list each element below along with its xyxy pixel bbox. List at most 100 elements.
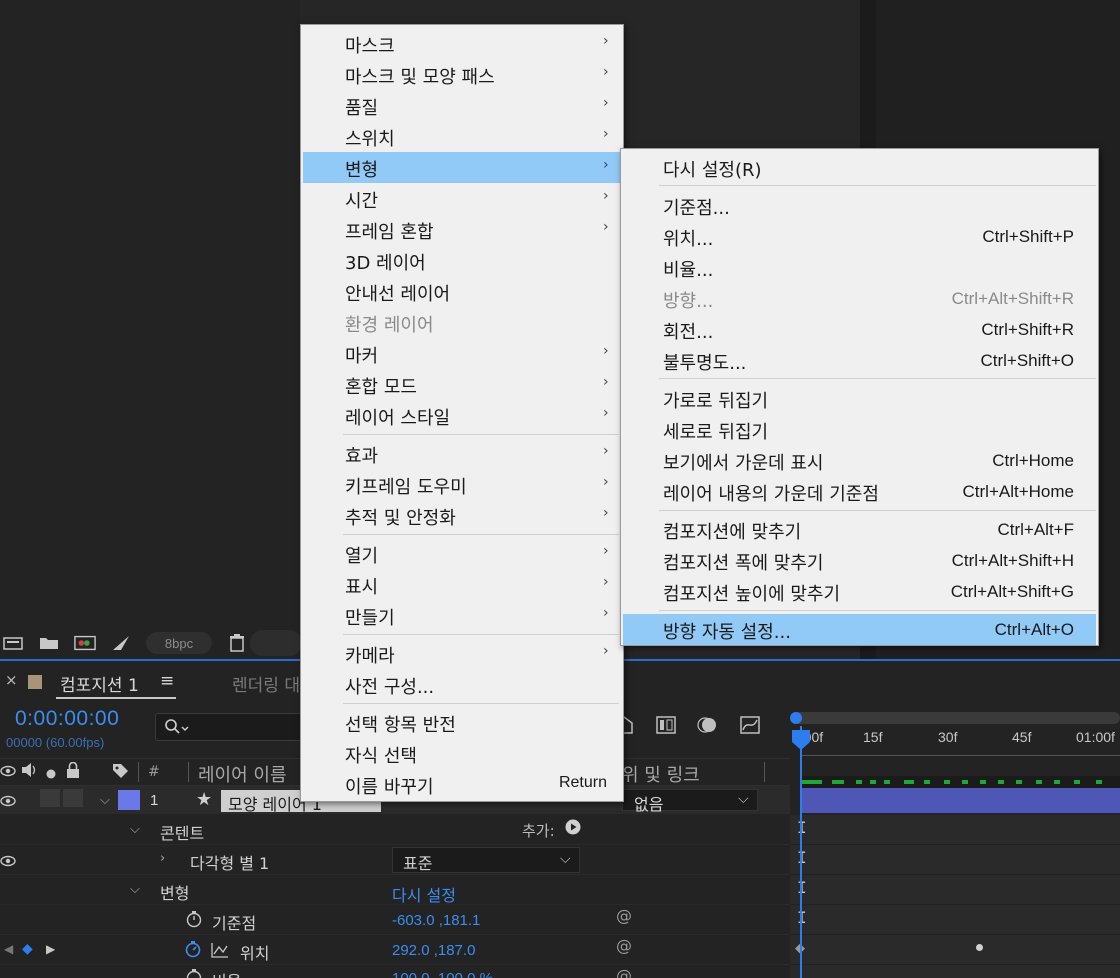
- cache-indicator: [904, 780, 914, 784]
- submenu-item-center-in-view[interactable]: 보기에서 가운데 표시 Ctrl+Home: [623, 445, 1096, 476]
- submenu-item-fit-comp-width[interactable]: 컴포지션 폭에 맞추기 Ctrl+Alt+Shift+H: [623, 545, 1096, 576]
- label-tag-icon[interactable]: [111, 762, 129, 784]
- submenu-arrow-icon: ›: [603, 543, 609, 559]
- video-eye-icon[interactable]: [0, 763, 16, 782]
- bit-depth-badge[interactable]: 8bpc: [146, 632, 212, 654]
- submenu-item-rotation[interactable]: 회전... Ctrl+Shift+R: [623, 314, 1096, 345]
- twirl-chevron-down-icon[interactable]: ⌵: [130, 822, 140, 837]
- cache-indicator: [924, 780, 930, 784]
- menu-item-quality[interactable]: 품질 ›: [303, 90, 621, 121]
- playhead-line[interactable]: [800, 726, 802, 978]
- menu-item-switches[interactable]: 스위치 ›: [303, 121, 621, 152]
- stopwatch-active-icon[interactable]: [184, 940, 202, 962]
- solo-dot-icon[interactable]: [45, 765, 57, 784]
- tab-render-queue[interactable]: 렌더링 대: [232, 671, 300, 696]
- menu-item-3d-layer[interactable]: 3D 레이어: [303, 245, 621, 276]
- work-area-bar[interactable]: [800, 776, 1120, 788]
- graph-icon[interactable]: [211, 942, 229, 962]
- fast-preview-icon[interactable]: [110, 634, 132, 652]
- menu-item-create[interactable]: 만들기 ›: [303, 600, 621, 631]
- audio-speaker-icon[interactable]: [20, 762, 38, 782]
- cache-indicator: [802, 780, 822, 784]
- layer-visibility-eye-icon[interactable]: [0, 793, 16, 812]
- tab-menu-icon[interactable]: ≡: [160, 671, 174, 691]
- submenu-item-auto-orient[interactable]: 방향 자동 설정... Ctrl+Alt+O: [623, 614, 1096, 645]
- menu-item-track-stabilize[interactable]: 추적 및 안정화 ›: [303, 500, 621, 531]
- expression-pickwhip-icon[interactable]: @: [616, 966, 632, 978]
- current-time-display[interactable]: 0:00:00:00: [15, 707, 119, 731]
- menu-item-effects[interactable]: 효과 ›: [303, 438, 621, 469]
- submenu-item-fit-comp-height[interactable]: 컴포지션 높이에 맞추기 Ctrl+Alt+Shift+G: [623, 576, 1096, 607]
- close-tab-icon[interactable]: ×: [5, 671, 18, 689]
- comp-flowchart-icon[interactable]: [2, 634, 24, 652]
- next-keyframe-icon[interactable]: ▶: [46, 942, 55, 956]
- add-keyframe-diamond-icon[interactable]: ◆: [22, 941, 33, 957]
- submenu-item-position[interactable]: 위치... Ctrl+Shift+P: [623, 221, 1096, 252]
- folder-icon[interactable]: [38, 634, 60, 652]
- transform-reset-link[interactable]: 다시 설정: [392, 882, 456, 906]
- tab-composition[interactable]: 컴포지션 1: [60, 671, 139, 696]
- menu-item-mask-shape-path[interactable]: 마스크 및 모양 패스 ›: [303, 59, 621, 90]
- viewer-zoom-control[interactable]: [250, 630, 302, 656]
- graph-editor-icon[interactable]: [738, 713, 762, 741]
- menu-item-label: 자식 선택: [345, 746, 417, 767]
- layer-twirl-chevron-down-icon[interactable]: ⌵: [100, 793, 110, 808]
- menu-item-label: 표시: [345, 577, 379, 598]
- layer-lock-switch[interactable]: [63, 789, 83, 807]
- menu-item-guide-layer[interactable]: 안내선 레이어: [303, 276, 621, 307]
- submenu-item-anchor-point[interactable]: 기준점...: [623, 190, 1096, 221]
- submenu-item-flip-vertical[interactable]: 세로로 뒤집기: [623, 414, 1096, 445]
- frame-info: 00000 (60.00fps): [6, 735, 105, 750]
- menu-item-markers[interactable]: 마커 ›: [303, 338, 621, 369]
- expression-pickwhip-icon[interactable]: @: [616, 906, 632, 925]
- menu-item-camera[interactable]: 카메라 ›: [303, 638, 621, 669]
- menu-item-time[interactable]: 시간 ›: [303, 183, 621, 214]
- keyframe-dot[interactable]: [976, 944, 983, 951]
- menu-item-pre-compose[interactable]: 사전 구성...: [303, 669, 621, 700]
- motion-blur-icon[interactable]: [696, 713, 720, 741]
- submenu-arrow-icon: ›: [603, 95, 609, 111]
- menu-item-open[interactable]: 열기 ›: [303, 538, 621, 569]
- submenu-item-fit-comp[interactable]: 컴포지션에 맞추기 Ctrl+Alt+F: [623, 514, 1096, 545]
- menu-item-transform[interactable]: 변형 ›: [303, 152, 621, 183]
- menu-item-select-children[interactable]: 자식 선택: [303, 738, 621, 769]
- twirl-chevron-down-icon[interactable]: ⌵: [130, 882, 140, 897]
- expression-pickwhip-icon[interactable]: @: [616, 936, 632, 955]
- group-visibility-eye-icon[interactable]: [0, 853, 16, 872]
- frame-blending-icon[interactable]: [654, 713, 678, 741]
- submenu-item-opacity[interactable]: 불투명도... Ctrl+Shift+O: [623, 345, 1096, 376]
- column-layer-name-header[interactable]: 레이어 이름: [198, 761, 287, 787]
- menu-item-keyframe-assistant[interactable]: 키프레임 도우미 ›: [303, 469, 621, 500]
- menu-item-rename[interactable]: 이름 바꾸기 Return: [303, 769, 621, 800]
- submenu-item-reset[interactable]: 다시 설정(R): [623, 152, 1096, 183]
- snapshot-icon[interactable]: [74, 634, 96, 652]
- menu-separator: [343, 434, 619, 435]
- twirl-chevron-right-icon[interactable]: ›: [160, 851, 165, 866]
- trash-icon[interactable]: [226, 634, 248, 652]
- menu-item-mask[interactable]: 마스크 ›: [303, 28, 621, 59]
- time-navigator[interactable]: [790, 712, 1120, 724]
- menu-item-invert-selection[interactable]: 선택 항목 반전: [303, 707, 621, 738]
- submenu-item-scale[interactable]: 비율...: [623, 252, 1096, 283]
- menu-item-label: 이름 바꾸기: [345, 777, 434, 798]
- submenu-item-center-anchor[interactable]: 레이어 내용의 가운데 기준점 Ctrl+Alt+Home: [623, 476, 1096, 507]
- submenu-arrow-icon: ›: [603, 405, 609, 421]
- menu-item-frame-blending[interactable]: 프레임 혼합 ›: [303, 214, 621, 245]
- add-play-icon[interactable]: [565, 819, 581, 839]
- layer-duration-bar[interactable]: [800, 788, 1120, 813]
- menu-item-reveal[interactable]: 표시 ›: [303, 569, 621, 600]
- time-navigator-start-handle[interactable]: [790, 712, 802, 724]
- menu-item-blending-mode[interactable]: 혼합 모드 ›: [303, 369, 621, 400]
- submenu-item-flip-horizontal[interactable]: 가로로 뒤집기: [623, 383, 1096, 414]
- prev-keyframe-icon[interactable]: ◀: [4, 942, 13, 956]
- layer-label-color[interactable]: [118, 790, 140, 810]
- scale-value[interactable]: 100.0 ,100.0 %: [392, 970, 493, 978]
- menu-item-layer-styles[interactable]: 레이어 스타일 ›: [303, 400, 621, 431]
- position-value[interactable]: 292.0 ,187.0: [392, 942, 475, 959]
- submenu-item-label: 컴포지션에 맞추기: [663, 522, 802, 543]
- lock-icon[interactable]: [66, 761, 80, 782]
- stopwatch-icon[interactable]: [186, 910, 202, 932]
- anchor-value[interactable]: -603.0 ,181.1: [392, 912, 480, 929]
- layer-solo-switch[interactable]: [40, 789, 60, 807]
- stopwatch-icon[interactable]: [186, 968, 202, 978]
